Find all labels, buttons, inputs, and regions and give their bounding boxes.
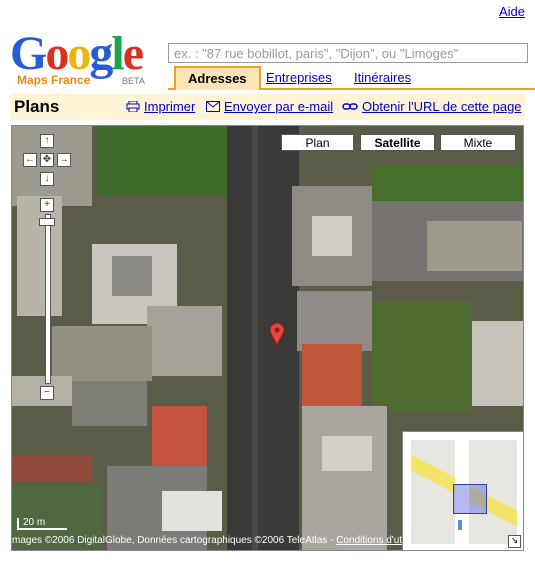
tab-entreprises[interactable]: Entreprises [254, 68, 344, 87]
pan-right-button[interactable]: → [57, 153, 71, 167]
help-link[interactable]: Aide [499, 4, 525, 19]
map-type-plan-button[interactable]: Plan [281, 134, 354, 151]
map-type-mixte-button[interactable]: Mixte [440, 134, 516, 151]
search-input[interactable] [168, 43, 528, 63]
pan-center-button[interactable]: ✥ [40, 153, 54, 167]
scale-label: 20 m [23, 517, 46, 528]
scale-bar: 20 m [17, 518, 67, 530]
pan-up-button[interactable]: ↑ [40, 134, 54, 148]
envelope-icon [206, 101, 220, 112]
chain-link-icon [342, 103, 358, 110]
overview-map[interactable]: ↘ [402, 431, 523, 550]
arrow-right-icon: → [59, 154, 69, 165]
zoom-slider-track[interactable] [45, 214, 51, 384]
center-icon: ✥ [42, 154, 52, 165]
page-title: Plans [14, 97, 60, 116]
attribution-text: mages ©2006 DigitalGlobe, Données cartog… [12, 535, 337, 546]
arrow-down-icon: ↓ [44, 173, 50, 184]
resize-arrow-icon: ↘ [510, 535, 519, 545]
map-type-satellite-button[interactable]: Satellite [360, 134, 435, 151]
print-link[interactable]: Imprimer [144, 99, 195, 114]
title-bar: Plans Imprimer Envoyer par e-mail Obteni… [10, 94, 525, 120]
arrow-up-icon: ↑ [44, 135, 50, 146]
beta-badge: BETA [122, 76, 145, 86]
arrow-left-icon: ← [25, 154, 35, 165]
map-attribution: mages ©2006 DigitalGlobe, Données cartog… [12, 535, 435, 546]
minus-icon: − [44, 387, 50, 398]
email-action[interactable]: Envoyer par e-mail [206, 99, 333, 114]
zoom-in-button[interactable]: + [40, 198, 54, 212]
zoom-out-button[interactable]: − [40, 386, 54, 400]
overview-viewport-box[interactable] [453, 484, 487, 514]
get-url-link[interactable]: Obtenir l'URL de cette page [362, 99, 522, 114]
google-maps-logo[interactable]: Google Maps France BETA [10, 30, 160, 90]
collapse-overview-button[interactable]: ↘ [508, 535, 521, 548]
pan-left-button[interactable]: ← [23, 153, 37, 167]
tab-adresses[interactable]: Adresses [174, 66, 261, 90]
location-marker-icon[interactable] [269, 322, 285, 348]
satellite-map[interactable]: Plan Satellite Mixte ↑ ← ✥ → ↓ + − 20 m … [11, 125, 524, 551]
email-link[interactable]: Envoyer par e-mail [224, 99, 333, 114]
tab-itineraires[interactable]: Itinéraires [342, 68, 423, 87]
overview-direction-arrow [458, 520, 462, 530]
search-tabs: Adresses Entreprises Itinéraires [168, 66, 535, 90]
url-action[interactable]: Obtenir l'URL de cette page [342, 99, 522, 114]
print-action[interactable]: Imprimer [126, 99, 195, 114]
printer-icon [126, 101, 140, 112]
overview-map-view[interactable] [411, 440, 517, 544]
plus-icon: + [44, 199, 50, 210]
zoom-slider-handle[interactable] [39, 218, 55, 226]
logo-wordmark: Google [10, 27, 144, 80]
logo-subtitle: Maps France [17, 73, 91, 87]
pan-down-button[interactable]: ↓ [40, 172, 54, 186]
